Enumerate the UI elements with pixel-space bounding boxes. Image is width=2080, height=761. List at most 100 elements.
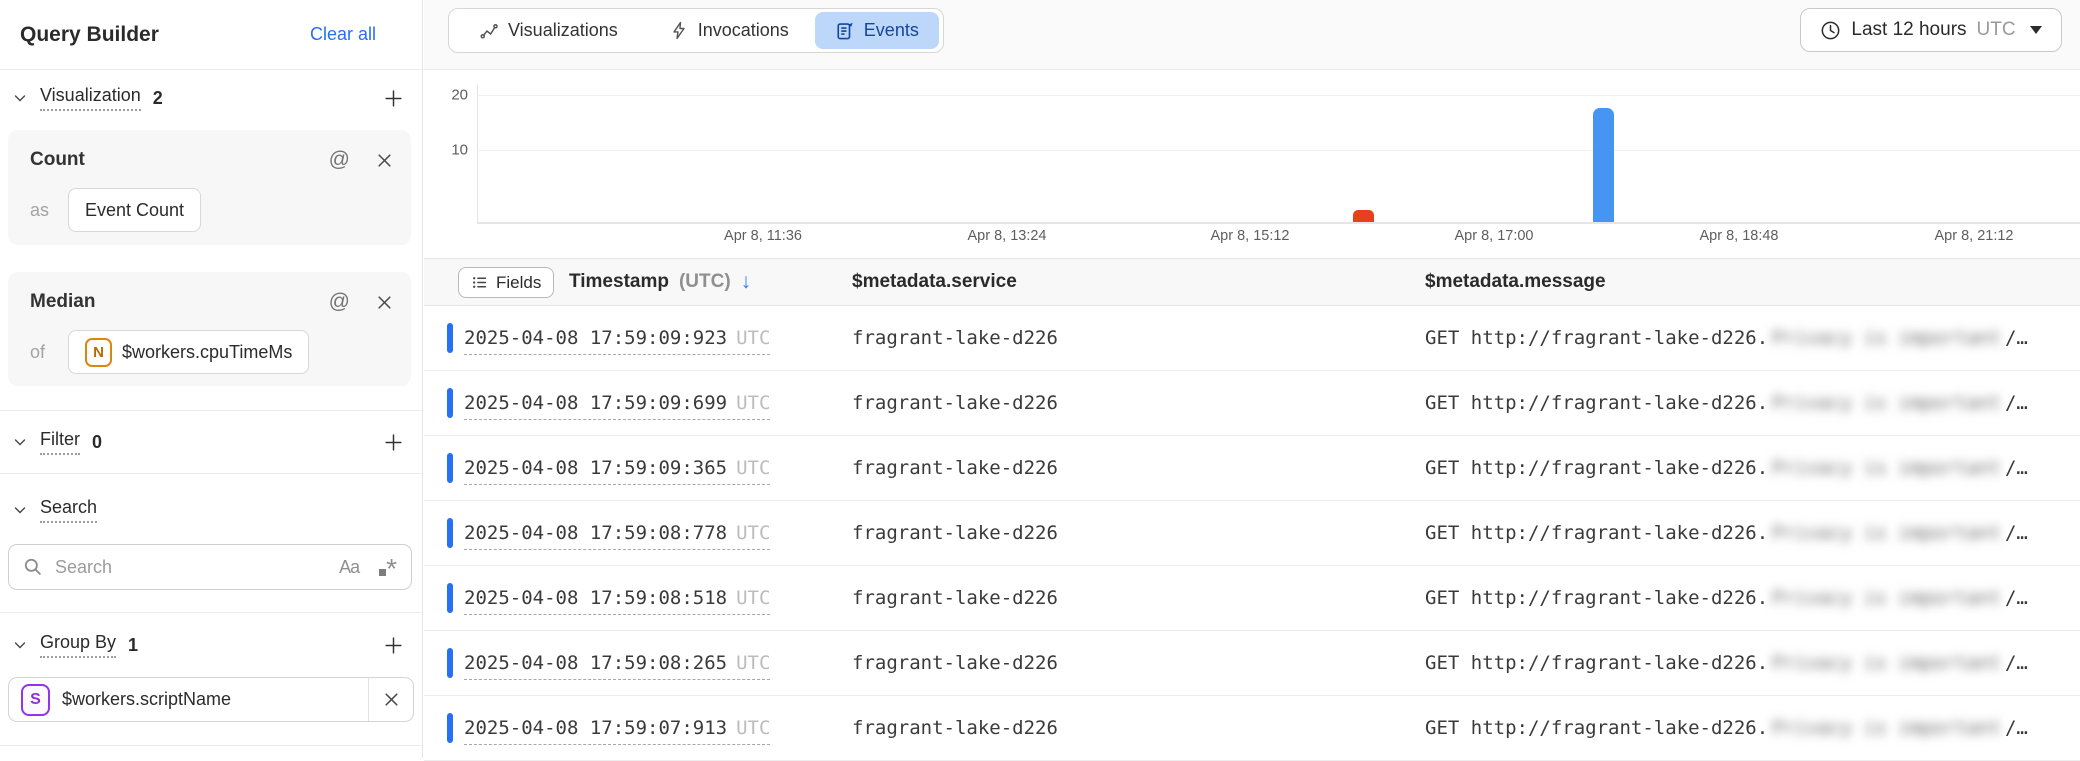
visualization-count: 2 [153,88,163,109]
chart-bar-blue[interactable] [1593,108,1614,222]
table-row[interactable]: 2025-04-08 17:59:08:778UTC fragrant-lake… [424,501,2080,566]
query-builder-panel: Query Builder Clear all Visualization 2 … [0,0,423,758]
sort-desc-icon[interactable]: ↓ [741,270,752,294]
tab-visualizations[interactable]: Visualizations [453,12,644,49]
visualization-card-count: Count @ as Event Count [8,130,411,245]
timestamp-tz: UTC [736,327,770,349]
match-case-icon[interactable]: Aa [339,557,359,578]
search-input[interactable] [53,556,339,579]
message-redacted: Privacy is important [1772,327,2001,349]
add-visualization-button[interactable] [383,88,404,109]
search-icon [23,557,43,577]
view-tab-group: Visualizations Invocations Events [448,8,944,53]
chevron-down-icon[interactable] [12,637,28,653]
fields-list-icon [471,274,488,291]
search-section-header: Search [0,490,422,530]
at-sign-icon[interactable]: @ [329,290,350,314]
timestamp-cell[interactable]: 2025-04-08 17:59:08:518UTC [464,587,770,609]
tab-label: Invocations [698,20,789,41]
y-axis-line [477,85,478,222]
message-prefix: GET http://fragrant-lake-d226. [1425,457,1768,479]
column-label: Timestamp [569,271,669,293]
chevron-down-icon[interactable] [12,90,28,106]
number-type-badge: N [85,338,112,367]
remove-card-icon[interactable] [376,152,393,169]
message-prefix: GET http://fragrant-lake-d226. [1425,587,1768,609]
regex-icon[interactable]: * [379,555,397,579]
table-row[interactable]: 2025-04-08 17:59:08:518UTC fragrant-lake… [424,566,2080,631]
add-group-by-button[interactable] [383,635,404,656]
message-redacted: Privacy is important [1772,587,2001,609]
regex-dot [379,569,386,576]
group-by-field-label: $workers.scriptName [62,689,231,710]
cpu-time-field-chip[interactable]: N $workers.cpuTimeMs [68,330,309,374]
section-divider [0,410,422,411]
column-header-message[interactable]: $metadata.message [1425,259,1606,305]
group-by-section-header: Group By 1 [0,625,422,665]
chevron-down-icon[interactable] [12,434,28,450]
filter-section-header: Filter 0 [0,422,422,462]
time-range-zone: UTC [1977,19,2016,41]
time-range-selector[interactable]: Last 12 hours UTC [1800,8,2062,52]
timestamp-tz: UTC [736,522,770,544]
chevron-down-icon[interactable] [12,502,28,518]
tab-invocations[interactable]: Invocations [644,12,815,49]
message-prefix: GET http://fragrant-lake-d226. [1425,717,1768,739]
timestamp-cell[interactable]: 2025-04-08 17:59:08:265UTC [464,652,770,674]
timestamp-cell[interactable]: 2025-04-08 17:59:09:923 UTC [464,327,770,349]
table-row[interactable]: 2025-04-08 17:59:09:365UTC fragrant-lake… [424,436,2080,501]
chip-label: Event Count [85,200,184,221]
remove-group-by-icon[interactable] [369,691,413,708]
service-cell: fragrant-lake-d226 [852,717,1058,739]
tab-label: Events [864,20,919,41]
row-indicator-bar [447,713,453,743]
message-suffix: /… [2005,327,2028,349]
table-row[interactable]: 2025-04-08 17:59:08:265UTC fragrant-lake… [424,631,2080,696]
chart-bar-red[interactable] [1353,210,1374,222]
section-divider [0,473,422,474]
caret-down-icon [2030,26,2042,34]
row-indicator-bar [447,648,453,678]
timestamp-value: 2025-04-08 17:59:08:518 [464,587,727,609]
column-header-timestamp[interactable]: Timestamp (UTC) ↓ [569,259,751,305]
events-table-body: 2025-04-08 17:59:09:923 UTC fragrant-lake… [424,306,2080,761]
row-indicator-bar [447,518,453,548]
results-topbar: Visualizations Invocations Events Last 1… [424,0,2080,70]
timestamp-cell[interactable]: 2025-04-08 17:59:09:365UTC [464,457,770,479]
search-box: Aa * [8,544,412,590]
add-filter-button[interactable] [383,432,404,453]
event-count-chip[interactable]: Event Count [68,188,201,232]
row-indicator-bar [447,323,453,353]
at-sign-icon[interactable]: @ [329,148,350,172]
message-cell: GET http://fragrant-lake-d226.Privacy is… [1425,327,2028,349]
message-suffix: /… [2005,522,2028,544]
message-cell: GET http://fragrant-lake-d226.Privacy is… [1425,717,2028,739]
column-header-service[interactable]: $metadata.service [852,259,1017,305]
string-type-badge: S [21,684,50,716]
tab-label: Visualizations [508,20,618,41]
message-suffix: /… [2005,587,2028,609]
timestamp-tz: UTC [736,652,770,674]
card-prefix: of [30,342,58,363]
timestamp-cell[interactable]: 2025-04-08 17:59:08:778UTC [464,522,770,544]
message-redacted: Privacy is important [1772,457,2001,479]
remove-card-icon[interactable] [376,294,393,311]
table-row[interactable]: 2025-04-08 17:59:07:913UTC fragrant-lake… [424,696,2080,761]
group-by-field-chip[interactable]: S $workers.scriptName [8,677,414,722]
tab-events[interactable]: Events [815,12,939,49]
timestamp-cell[interactable]: 2025-04-08 17:59:07:913UTC [464,717,770,739]
results-panel: Visualizations Invocations Events Last 1… [424,0,2080,758]
column-label: $metadata.message [1425,271,1606,293]
visualization-section-header: Visualization 2 [0,78,422,118]
timestamp-value: 2025-04-08 17:59:09:365 [464,457,727,479]
message-cell: GET http://fragrant-lake-d226.Privacy is… [1425,587,2028,609]
timestamp-value: 2025-04-08 17:59:09:699 [464,392,727,414]
timestamp-value: 2025-04-08 17:59:09:923 [464,327,727,349]
clear-all-link[interactable]: Clear all [310,24,376,45]
table-row[interactable]: 2025-04-08 17:59:09:699UTC fragrant-lake… [424,371,2080,436]
clock-icon [1820,20,1841,41]
table-row[interactable]: 2025-04-08 17:59:09:923UTC fragrant-lake… [424,306,2080,371]
timestamp-cell[interactable]: 2025-04-08 17:59:09:699UTC [464,392,770,414]
row-indicator-bar [447,583,453,613]
fields-button[interactable]: Fields [458,267,554,298]
